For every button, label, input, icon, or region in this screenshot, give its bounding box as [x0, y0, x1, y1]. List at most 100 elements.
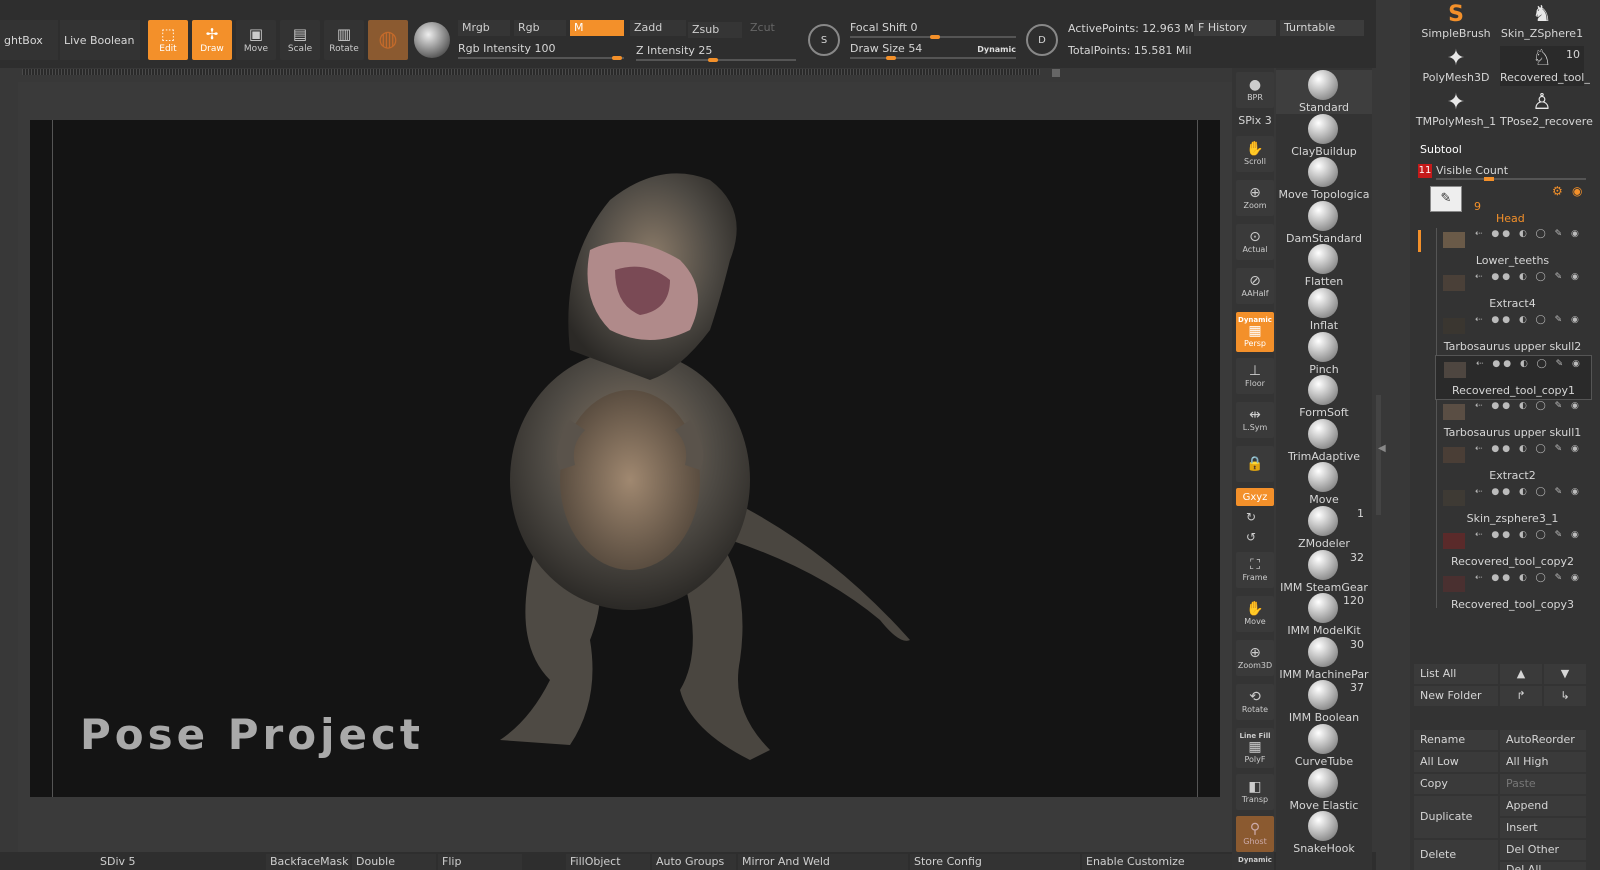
rgb-intensity-slider[interactable]: Rgb Intensity 100 [458, 41, 624, 60]
paste-button[interactable]: Paste [1500, 774, 1586, 794]
material-button[interactable]: ◍ [368, 20, 408, 60]
stroke-d-icon[interactable]: D [1026, 24, 1058, 56]
stroke-s-icon[interactable]: S [808, 24, 840, 56]
zcut-toggle[interactable]: Zcut [746, 20, 796, 36]
subtool-header[interactable]: Subtool [1410, 143, 1590, 159]
brush-claybuildup[interactable]: ClayBuildup [1276, 113, 1372, 158]
frame-button[interactable]: ⛶ Frame [1236, 552, 1274, 588]
brush-inflat[interactable]: Inflat [1276, 288, 1372, 332]
ghost-button[interactable]: ⚲ Ghost [1236, 816, 1274, 852]
folder-icon[interactable]: ✎ [1430, 186, 1462, 212]
tool-recovered-tool[interactable]: ♘ Recovered_tool_ 10 [1500, 46, 1590, 86]
draw-size-slider[interactable]: Draw Size 54 Dynamic [850, 41, 1016, 60]
actual-button[interactable]: ⊙ Actual [1236, 224, 1274, 260]
lightbox-button[interactable]: ghtBox [0, 20, 58, 60]
rotate-z-icon[interactable]: ↺ [1246, 530, 1256, 544]
copy-button[interactable]: Copy [1414, 774, 1498, 794]
edit-button[interactable]: ⬚ Edit [148, 20, 188, 60]
zsub-toggle[interactable]: Zsub [688, 22, 742, 38]
zoom-button[interactable]: ⊕ Zoom [1236, 180, 1274, 216]
zadd-toggle[interactable]: Zadd [630, 20, 686, 36]
brush-formsoft[interactable]: FormSoft [1276, 375, 1372, 419]
flip-button[interactable]: Flip [438, 854, 522, 870]
del-all-button[interactable]: Del All [1500, 862, 1586, 870]
brush-curvetube[interactable]: CurveTube [1276, 724, 1372, 768]
brush-trimadaptive[interactable]: TrimAdaptive [1276, 418, 1372, 463]
brush-imm-machinepar[interactable]: IMM MachinePar 30 [1276, 636, 1372, 681]
viewport-canvas[interactable] [30, 120, 1220, 797]
subtool-controls-icon[interactable]: ⇠ ●● ◐ ◯ ✎ ◉ [1475, 530, 1582, 540]
move-view-button[interactable]: ✋ Move [1236, 596, 1274, 632]
subtool-controls-icon[interactable]: ⇠ ●● ◐ ◯ ✎ ◉ [1476, 359, 1583, 369]
brush-zmodeler[interactable]: ZModeler 1 [1276, 506, 1372, 550]
subtool-controls-icon[interactable]: ⇠ ●● ◐ ◯ ✎ ◉ [1475, 315, 1582, 325]
focal-shift-slider[interactable]: Focal Shift 0 [850, 20, 1016, 39]
tool-skin-zsphere1[interactable]: ♞ Skin_ZSphere1 [1500, 2, 1584, 42]
delete-button[interactable]: Delete [1414, 840, 1498, 870]
mrgb-toggle[interactable]: Mrgb [458, 20, 510, 36]
subtool-item[interactable]: ⇠ ●● ◐ ◯ ✎ ◉ Recovered_tool_copy2 [1435, 527, 1590, 570]
store-config-button[interactable]: Store Config [910, 854, 1080, 870]
subtool-item[interactable]: ⇠ ●● ◐ ◯ ✎ ◉ Recovered_tool_copy1 [1435, 355, 1592, 400]
subtool-controls-icon[interactable]: ⇠ ●● ◐ ◯ ✎ ◉ [1475, 401, 1582, 411]
spix-slider[interactable]: SPix 3 [1236, 114, 1274, 128]
folder-settings-icon[interactable]: ⚙ [1552, 184, 1563, 198]
z-intensity-slider[interactable]: Z Intensity 25 [636, 43, 796, 62]
all-low-button[interactable]: All Low [1414, 752, 1498, 772]
brush-snakehook[interactable]: SnakeHook [1276, 811, 1372, 855]
duplicate-button[interactable]: Duplicate [1414, 796, 1498, 838]
aahalf-button[interactable]: ⊘ AAHalf [1236, 268, 1274, 304]
arrow-right-up-icon[interactable]: ↱ [1500, 686, 1542, 706]
brush-imm-steamgear[interactable]: IMM SteamGear 32 [1276, 549, 1372, 594]
dynamic-label[interactable]: Dynamic [977, 42, 1016, 58]
backface-mask-button[interactable]: BackfaceMask [266, 854, 350, 870]
auto-groups-button[interactable]: Auto Groups [652, 854, 736, 870]
subtool-item[interactable]: ⇠ ●● ◐ ◯ ✎ ◉ Tarbosaurus upper skull2 [1435, 312, 1590, 355]
del-other-button[interactable]: Del Other [1500, 840, 1586, 860]
lsym-button[interactable]: ⇹ L.Sym [1236, 402, 1274, 438]
append-button[interactable]: Append [1500, 796, 1586, 816]
subtool-item[interactable]: ⇠ ●● ◐ ◯ ✎ ◉ Extract2 [1435, 441, 1590, 484]
collapse-arrow-icon[interactable]: ◀ [1378, 443, 1386, 454]
folder-visibility-icon[interactable]: ◉ [1572, 184, 1582, 198]
m-toggle[interactable]: M [570, 20, 624, 36]
double-button[interactable]: Double [352, 854, 436, 870]
timeline-handle[interactable] [1052, 69, 1060, 77]
enable-customize-button[interactable]: Enable Customize [1082, 854, 1232, 870]
dynamic-solo-label[interactable]: Dynamic [1236, 856, 1274, 864]
list-all-button[interactable]: List All [1414, 664, 1498, 684]
scale-button[interactable]: ▤ Scale [280, 20, 320, 60]
rotate-view-button[interactable]: ⟲ Rotate [1236, 684, 1274, 720]
lock-button[interactable]: 🔒 [1236, 446, 1274, 482]
tool-simplebrush[interactable]: S SimpleBrush [1414, 2, 1498, 42]
tool-polymesh3d[interactable]: ✦ PolyMesh3D [1414, 46, 1498, 86]
all-high-button[interactable]: All High [1500, 752, 1586, 772]
rotate-y-icon[interactable]: ↻ [1246, 510, 1256, 524]
move-down-icon[interactable]: ▼ [1544, 664, 1586, 684]
subtool-controls-icon[interactable]: ⇠ ●● ◐ ◯ ✎ ◉ [1475, 487, 1582, 497]
brush-move-elastic[interactable]: Move Elastic [1276, 767, 1372, 812]
brush-alpha-icon[interactable] [414, 22, 450, 58]
arrow-right-down-icon[interactable]: ↳ [1544, 686, 1586, 706]
draw-button[interactable]: ✢ Draw [192, 20, 232, 60]
scroll-button[interactable]: ✋ Scroll [1236, 136, 1274, 172]
brush-scrollbar[interactable] [1376, 395, 1381, 515]
turntable-button[interactable]: Turntable [1280, 20, 1364, 36]
move-up-icon[interactable]: ▲ [1500, 664, 1542, 684]
f-history-button[interactable]: F History [1194, 20, 1276, 36]
rename-button[interactable]: Rename [1414, 730, 1498, 750]
brush-standard[interactable]: Standard [1276, 70, 1372, 114]
xyz-button[interactable]: Gxyz [1236, 488, 1274, 506]
floor-button[interactable]: ⊥ Floor [1236, 358, 1274, 394]
auto-reorder-button[interactable]: AutoReorder [1500, 730, 1586, 750]
tool-tmpolymesh1[interactable]: ✦ TMPolyMesh_1 [1414, 90, 1498, 130]
rgb-toggle[interactable]: Rgb [514, 20, 566, 36]
fill-object-button[interactable]: FillObject [566, 854, 650, 870]
subtool-item[interactable]: ⇠ ●● ◐ ◯ ✎ ◉ Skin_zsphere3_1 [1435, 484, 1590, 527]
tool-tpose2[interactable]: ♙ TPose2_recovere [1500, 90, 1593, 130]
brush-flatten[interactable]: Flatten [1276, 244, 1372, 288]
insert-button[interactable]: Insert [1500, 818, 1586, 838]
subtool-controls-icon[interactable]: ⇠ ●● ◐ ◯ ✎ ◉ [1475, 229, 1582, 239]
subtool-item[interactable]: ⇠ ●● ◐ ◯ ✎ ◉ Tarbosaurus upper skull1 [1435, 398, 1590, 441]
live-boolean-button[interactable]: Live Boolean [60, 20, 140, 60]
